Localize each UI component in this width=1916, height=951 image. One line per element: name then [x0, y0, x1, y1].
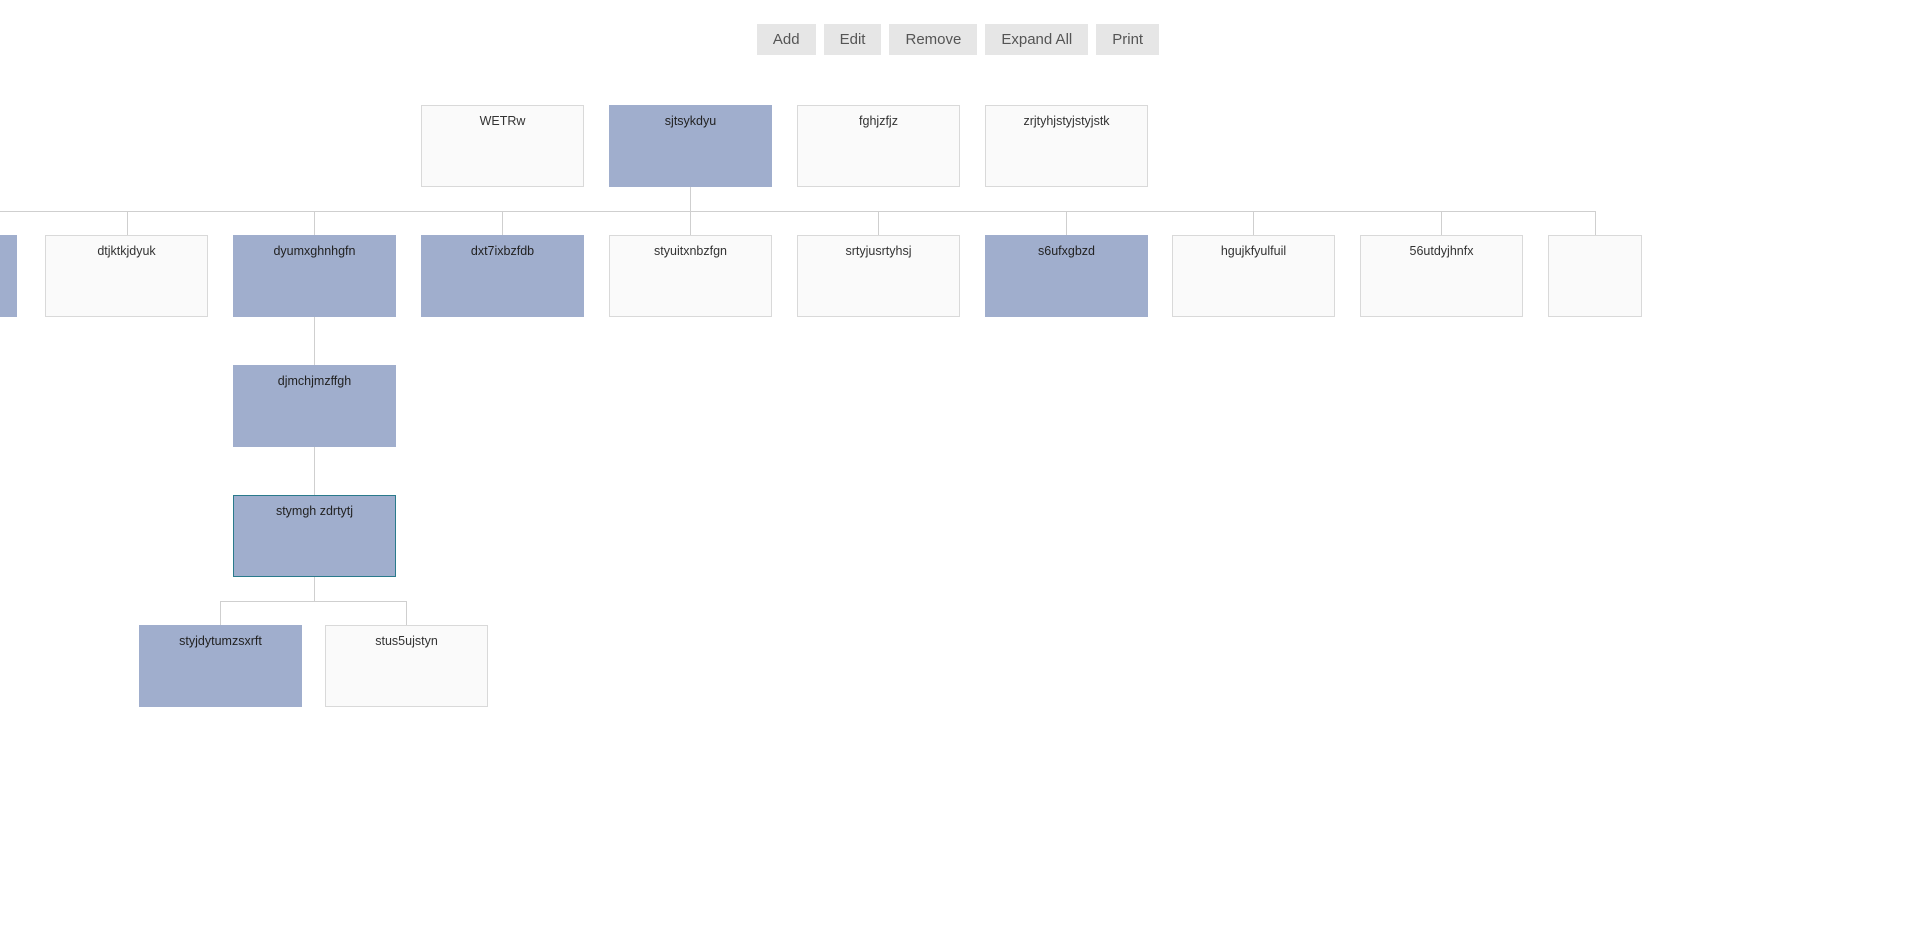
tree-node[interactable]: fghjzfjz	[797, 105, 960, 187]
connector	[406, 601, 407, 625]
tree-node[interactable]: dyumxghnhgfn	[233, 235, 396, 317]
connector	[127, 211, 128, 235]
tree-node[interactable]: styjdytumzsxrft	[139, 625, 302, 707]
connector	[1253, 211, 1254, 235]
connector	[690, 211, 691, 235]
tree-node[interactable]	[1548, 235, 1642, 317]
connector	[314, 211, 315, 235]
tree-node[interactable]: zrjtyhjstyjstyjstk	[985, 105, 1148, 187]
connector	[314, 447, 315, 495]
add-button[interactable]: Add	[757, 24, 816, 55]
connector	[1441, 211, 1442, 235]
connector	[502, 211, 503, 235]
remove-button[interactable]: Remove	[889, 24, 977, 55]
connector	[314, 317, 315, 365]
connector	[314, 577, 315, 601]
connector	[220, 601, 221, 625]
tree-node[interactable]: stus5ujstyn	[325, 625, 488, 707]
tree-node[interactable]: stymgh zdrtytj	[233, 495, 396, 577]
edit-button[interactable]: Edit	[824, 24, 882, 55]
print-button[interactable]: Print	[1096, 24, 1159, 55]
tree-node[interactable]: hgujkfyulfuil	[1172, 235, 1335, 317]
connector	[1595, 211, 1596, 235]
tree-node[interactable]: djmchjmzffgh	[233, 365, 396, 447]
tree-node[interactable]: styuitxnbzfgn	[609, 235, 772, 317]
connector	[878, 211, 879, 235]
tree-node[interactable]: dxt7ixbzfdb	[421, 235, 584, 317]
tree-node[interactable]: 56utdyjhnfx	[1360, 235, 1523, 317]
tree-node[interactable]: WETRw	[421, 105, 584, 187]
tree-node[interactable]: srtyjusrtyhsj	[797, 235, 960, 317]
org-chart-canvas[interactable]: WETRw sjtsykdyu fghjzfjz zrjtyhjstyjstyj…	[0, 55, 1916, 951]
connector	[690, 187, 691, 211]
tree-node[interactable]: s6ufxgbzd	[985, 235, 1148, 317]
connector	[220, 601, 406, 602]
toolbar: Add Edit Remove Expand All Print	[0, 0, 1916, 55]
expand-all-button[interactable]: Expand All	[985, 24, 1088, 55]
tree-node[interactable]: sjtsykdyu	[609, 105, 772, 187]
connector	[0, 211, 1595, 212]
tree-node[interactable]	[0, 235, 17, 317]
tree-node[interactable]: dtjktkjdyuk	[45, 235, 208, 317]
connector	[1066, 211, 1067, 235]
